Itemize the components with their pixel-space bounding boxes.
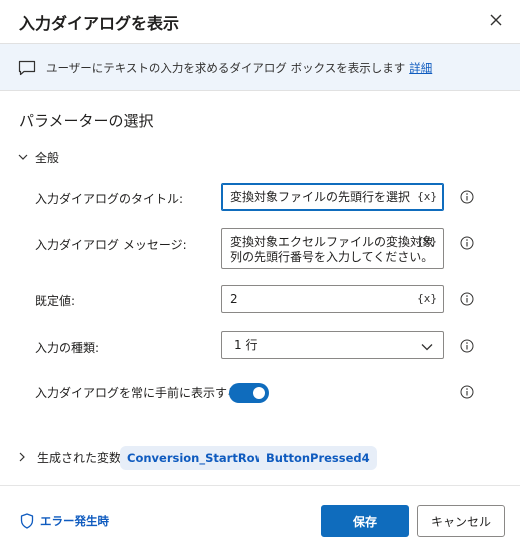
info-description-text: ユーザーにテキストの入力を求めるダイアログ ボックスを表示します	[46, 61, 406, 75]
section-title: パラメーターの選択	[19, 112, 154, 130]
message-variable-button[interactable]: {x}	[417, 235, 437, 248]
title-field-label: 入力ダイアログのタイトル:	[35, 192, 184, 206]
variables-label: 生成された変数	[37, 450, 122, 465]
title-field[interactable]: 変換対象ファイルの先頭行を選択 {x}	[221, 183, 444, 211]
group-label: 全般	[35, 150, 60, 165]
topmost-toggle[interactable]	[229, 383, 269, 403]
on-error-label: エラー発生時	[40, 514, 109, 528]
default-field-value: 2	[230, 292, 238, 306]
chevron-down-icon	[421, 344, 433, 351]
shield-icon	[20, 513, 34, 529]
info-circle-icon[interactable]	[460, 339, 474, 353]
cancel-button[interactable]: キャンセル	[417, 505, 505, 537]
info-circle-icon[interactable]	[460, 292, 474, 306]
input-type-dropdown[interactable]: 1 行	[221, 331, 444, 359]
topmost-label: 入力ダイアログを常に手前に表示する:	[35, 386, 244, 400]
message-icon	[18, 60, 36, 76]
input-dialog-config: 入力ダイアログを表示 ユーザーにテキストの入力を求めるダイアログ ボックスを表示…	[0, 0, 520, 551]
default-field[interactable]: 2 {x}	[221, 285, 444, 313]
save-button[interactable]: 保存	[321, 505, 409, 537]
title-variable-button[interactable]: {x}	[417, 190, 437, 203]
input-type-value: 1 行	[234, 338, 258, 352]
info-circle-icon[interactable]	[460, 190, 474, 204]
toggle-knob	[253, 387, 265, 399]
default-variable-button[interactable]: {x}	[417, 292, 437, 305]
message-field-line2: 列の先頭行番号を入力してください。	[230, 250, 434, 264]
dialog-title: 入力ダイアログを表示	[19, 14, 180, 33]
message-field[interactable]: 変換対象エクセルファイルの変換対象 列の先頭行番号を入力してください。 {x}	[221, 228, 444, 269]
title-field-value: 変換対象ファイルの先頭行を選択	[230, 190, 411, 204]
info-circle-icon[interactable]	[460, 385, 474, 399]
title-bar: 入力ダイアログを表示	[0, 0, 520, 42]
footer-divider	[0, 485, 520, 486]
group-general-toggle[interactable]: 全般	[17, 148, 59, 166]
variable-pill[interactable]: Conversion_StartRow	[120, 446, 273, 470]
input-type-label: 入力の種類:	[35, 341, 100, 355]
variable-pill[interactable]: ButtonPressed4	[259, 446, 377, 470]
close-icon[interactable]	[484, 8, 508, 32]
chevron-right-icon	[19, 452, 25, 462]
on-error-link[interactable]: エラー発生時	[20, 513, 109, 529]
info-banner: ユーザーにテキストの入力を求めるダイアログ ボックスを表示します 詳細	[0, 43, 520, 91]
variables-toggle[interactable]: 生成された変数	[17, 448, 121, 466]
info-circle-icon[interactable]	[460, 236, 474, 250]
message-field-label: 入力ダイアログ メッセージ:	[35, 238, 187, 252]
default-field-label: 既定値:	[35, 294, 76, 308]
chevron-down-icon	[18, 154, 28, 160]
info-description: ユーザーにテキストの入力を求めるダイアログ ボックスを表示します 詳細	[46, 60, 432, 76]
details-link[interactable]: 詳細	[409, 61, 432, 75]
